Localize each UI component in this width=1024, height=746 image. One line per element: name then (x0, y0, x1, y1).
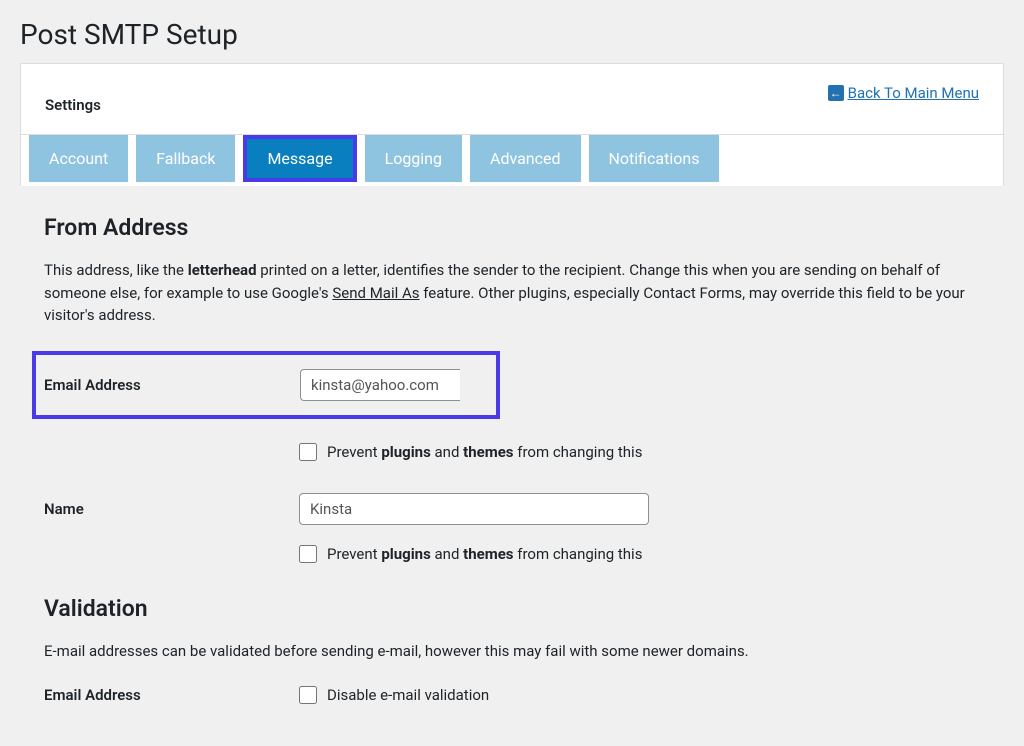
name-label: Name (44, 500, 299, 518)
tab-fallback[interactable]: Fallback (136, 135, 235, 182)
prevent-email-checkbox[interactable] (299, 443, 317, 461)
from-address-description: This address, like the letterhead printe… (44, 259, 980, 327)
panel-header: Settings Back To Main Menu (21, 64, 1003, 134)
disable-validation-label: Disable e-mail validation (327, 686, 489, 704)
back-to-main-menu-link[interactable]: Back To Main Menu (828, 84, 979, 102)
disable-validation-checkbox[interactable] (299, 686, 317, 704)
prevent-email-row: Prevent plugins and themes from changing… (299, 443, 980, 461)
tab-content: From Address This address, like the lett… (20, 186, 1004, 740)
tab-message[interactable]: Message (243, 135, 356, 182)
prevent-name-label: Prevent plugins and themes from changing… (327, 545, 642, 563)
email-address-input[interactable] (300, 369, 460, 401)
tab-advanced[interactable]: Advanced (470, 135, 581, 182)
name-row: Name (44, 493, 980, 525)
tab-logging[interactable]: Logging (365, 135, 462, 182)
page-title: Post SMTP Setup (20, 0, 1004, 63)
validation-description: E-mail addresses can be validated before… (44, 640, 980, 663)
back-arrow-icon (828, 85, 844, 101)
prevent-name-checkbox[interactable] (299, 545, 317, 563)
name-input[interactable] (299, 493, 649, 525)
back-link-text: Back To Main Menu (848, 84, 979, 102)
validation-email-label: Email Address (44, 686, 299, 704)
tab-notifications[interactable]: Notifications (589, 135, 720, 182)
email-address-label: Email Address (44, 376, 300, 394)
send-mail-as-link[interactable]: Send Mail As (332, 284, 419, 302)
tab-account[interactable]: Account (29, 135, 128, 182)
prevent-email-label: Prevent plugins and themes from changing… (327, 443, 642, 461)
validation-email-row: Email Address Disable e-mail validation (44, 686, 980, 704)
email-address-highlight: Email Address (32, 351, 500, 419)
tabs-nav: Account Fallback Message Logging Advance… (20, 135, 1004, 186)
settings-heading: Settings (45, 96, 101, 114)
from-address-heading: From Address (44, 214, 980, 241)
prevent-name-row: Prevent plugins and themes from changing… (299, 545, 980, 563)
validation-section: Validation E-mail addresses can be valid… (44, 595, 980, 705)
validation-heading: Validation (44, 595, 980, 622)
settings-panel: Settings Back To Main Menu (20, 63, 1004, 135)
